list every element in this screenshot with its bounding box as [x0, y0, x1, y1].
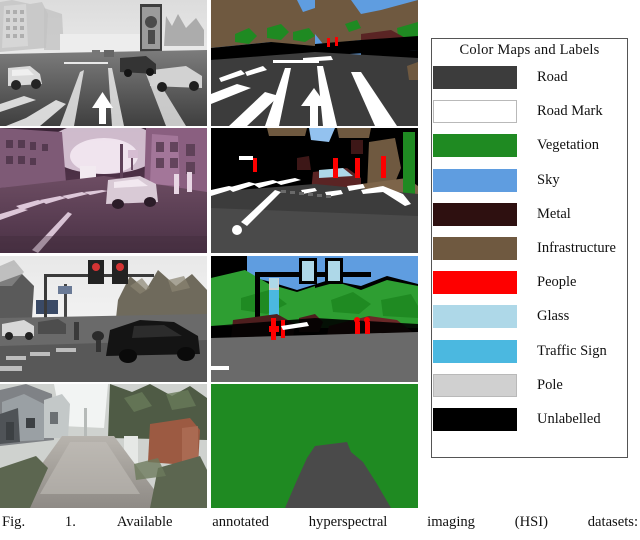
legend-row-traffic-sign: Traffic Sign [432, 336, 627, 370]
legend-swatch-infrastructure [433, 236, 517, 260]
segmentation-row-2 [211, 128, 418, 253]
legend-row-infrastructure: Infrastructure [432, 233, 627, 267]
legend-swatch-sky [433, 168, 517, 192]
legend-rows: Road Road Mark Vegetation Sky Metal Infr [432, 62, 627, 438]
legend-row-glass: Glass [432, 301, 627, 335]
legend-label-traffic-sign: Traffic Sign [537, 342, 607, 359]
legend-swatch-glass [433, 305, 517, 329]
legend-panel: Color Maps and Labels Road Road Mark Veg… [431, 38, 628, 458]
legend-row-road-mark: Road Mark [432, 96, 627, 130]
legend-swatch-pole [433, 373, 517, 397]
legend-row-people: People [432, 267, 627, 301]
legend-label-road-mark: Road Mark [537, 103, 603, 120]
legend-swatch-traffic-sign [433, 339, 517, 363]
legend-swatch-vegetation [433, 134, 517, 158]
legend-swatch-road-mark [433, 100, 517, 124]
legend-label-vegetation: Vegetation [537, 137, 600, 154]
legend-row-pole: Pole [432, 370, 627, 404]
legend-row-metal: Metal [432, 199, 627, 233]
figure-caption-text: Available annotated hyperspectral imagin… [116, 514, 639, 530]
legend-swatch-road [433, 66, 517, 89]
legend-swatch-people [433, 271, 517, 295]
legend-label-unlabelled: Unlabelled [537, 410, 601, 427]
legend-label-sky: Sky [537, 171, 560, 188]
photo-row-1 [0, 0, 207, 126]
legend-label-glass: Glass [537, 308, 570, 325]
figure-caption-label: Fig. 1. [2, 514, 76, 530]
legend-swatch-metal [433, 202, 517, 226]
photo-row-2 [0, 128, 207, 253]
legend-row-vegetation: Vegetation [432, 130, 627, 164]
figure-caption: Fig. 1. Available annotated hyperspectra… [2, 512, 638, 532]
figure-container: Color Maps and Labels Road Road Mark Veg… [0, 0, 640, 540]
legend-row-unlabelled: Unlabelled [432, 404, 627, 438]
legend-row-road: Road [432, 62, 627, 96]
legend-swatch-unlabelled [433, 407, 517, 431]
legend-row-sky: Sky [432, 165, 627, 199]
photo-row-4 [0, 384, 207, 508]
legend-label-metal: Metal [537, 205, 571, 222]
segmentation-row-1 [211, 0, 418, 126]
legend-label-pole: Pole [537, 376, 563, 393]
segmentation-row-3 [211, 256, 418, 382]
legend-label-people: People [537, 274, 577, 291]
legend-label-road: Road [537, 69, 568, 85]
legend-label-infrastructure: Infrastructure [537, 239, 616, 256]
segmentation-row-4 [211, 384, 418, 508]
photo-row-3 [0, 256, 207, 382]
legend-title: Color Maps and Labels [459, 42, 600, 58]
